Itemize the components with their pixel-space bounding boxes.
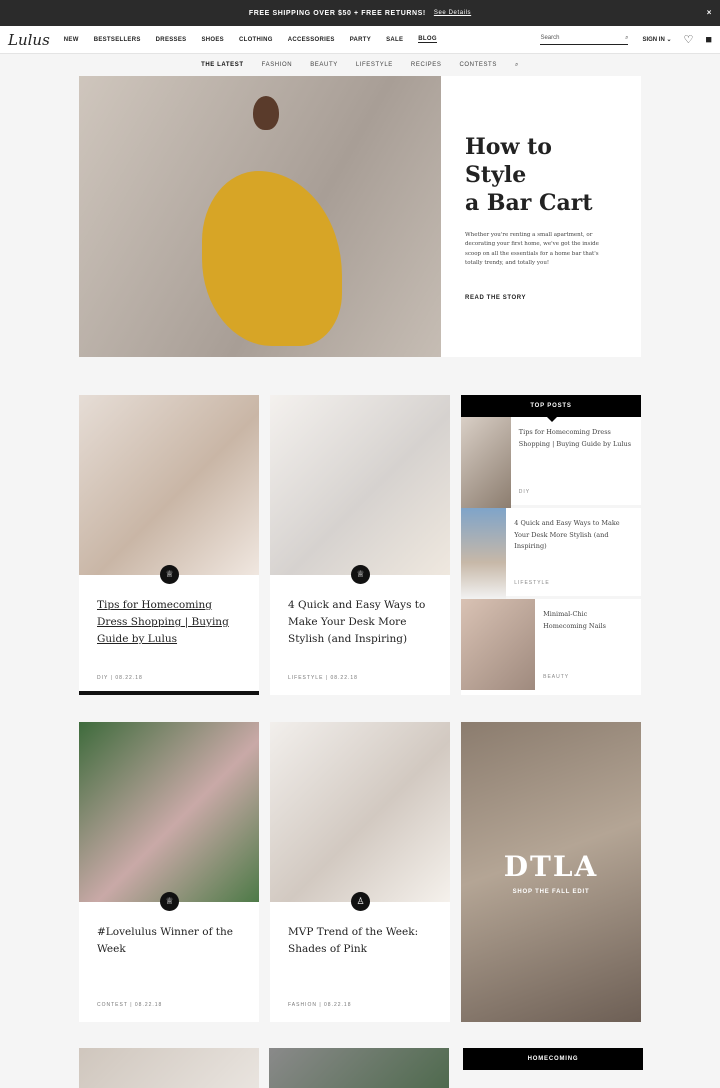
top-post-title: Minimal-Chic Homecoming Nails [543, 610, 606, 630]
promo-bar: FREE SHIPPING OVER $50 + FREE RETURNS! S… [0, 0, 720, 26]
post-title[interactable]: 4 Quick and Easy Ways to Make Your Desk … [270, 575, 450, 675]
post-card[interactable]: ♙ MVP Trend of the Week: Shades of Pink … [270, 722, 450, 1022]
promo-tile-subtitle: SHOP THE FALL EDIT [512, 888, 590, 895]
nav-clothing[interactable]: CLOTHING [239, 37, 273, 43]
subnav-fashion[interactable]: FASHION [262, 62, 293, 68]
nav-party[interactable]: PARTY [350, 37, 371, 43]
post-image: ♕ [270, 395, 450, 584]
category-icon: ♕ [351, 565, 370, 584]
post-card[interactable]: ♕ Tips for Homecoming Dress Shopping | B… [79, 395, 259, 695]
post-card[interactable]: ♕ 4 Quick and Easy Ways to Make Your Des… [270, 395, 450, 695]
hero-title: How to Style a Bar Cart [465, 133, 593, 216]
top-posts-panel: TOP POSTS Tips for Homecoming Dress Shop… [461, 395, 641, 695]
logo[interactable]: Lulus [8, 31, 50, 49]
hero-story[interactable]: How to Style a Bar Cart Whether you're re… [79, 76, 641, 357]
promo-details-link[interactable]: See Details [434, 10, 471, 16]
top-post-title: Tips for Homecoming Dress Shopping | Buy… [518, 428, 632, 448]
top-post-thumb [461, 417, 511, 508]
top-post-thumb [461, 599, 536, 690]
search-icon[interactable]: ⌕ [515, 62, 519, 69]
post-meta: CONTEST | 08.22.18 [97, 1002, 163, 1008]
top-post-category: LIFESTYLE [514, 580, 550, 586]
promo-text: FREE SHIPPING OVER $50 + FREE RETURNS! [248, 9, 426, 17]
category-icon: ♕ [160, 565, 179, 584]
post-meta: DIY | 08.22.18 [97, 675, 143, 681]
top-post-item[interactable]: Tips for Homecoming Dress Shopping | Buy… [461, 417, 641, 508]
blog-subnav: THE LATEST FASHION BEAUTY LIFESTYLE RECI… [0, 54, 720, 76]
promo-tile-title: DTLA [503, 849, 599, 883]
top-post-title: 4 Quick and Easy Ways to Make Your Desk … [514, 519, 620, 550]
subnav-beauty[interactable]: BEAUTY [310, 62, 338, 68]
post-card[interactable]: ♕ #Lovelulus Winner of the Week CONTEST … [79, 722, 259, 1022]
post-meta: FASHION | 08.22.18 [288, 1002, 352, 1008]
subnav-recipes[interactable]: RECIPES [411, 62, 442, 68]
hero-body: Whether you're renting a small apartment… [465, 231, 599, 267]
post-image[interactable] [269, 1048, 449, 1088]
dress-icon: ♙ [351, 892, 370, 911]
bag-icon[interactable]: ■ [705, 34, 712, 46]
search-input[interactable]: Search ⌕ [540, 34, 629, 45]
hero-copy: How to Style a Bar Cart Whether you're re… [441, 76, 641, 357]
top-post-item[interactable]: 4 Quick and Easy Ways to Make Your Desk … [461, 508, 641, 599]
subnav-contests[interactable]: CONTESTS [459, 62, 496, 68]
search-icon: ⌕ [625, 34, 629, 41]
nav-accessories[interactable]: ACCESSORIES [288, 37, 335, 43]
subnav-lifestyle[interactable]: LIFESTYLE [356, 62, 393, 68]
close-icon[interactable]: × [707, 8, 712, 17]
post-title[interactable]: Tips for Homecoming Dress Shopping | Buy… [79, 575, 259, 675]
nav-blog[interactable]: BLOG [418, 36, 437, 43]
post-image[interactable] [79, 1048, 259, 1088]
heart-icon[interactable]: ♡ [683, 33, 693, 46]
nav-dresses[interactable]: DRESSES [156, 37, 187, 43]
post-image: ♕ [79, 722, 259, 911]
nav-sale[interactable]: SALE [386, 37, 403, 43]
main-nav: Lulus NEW BESTSELLERS DRESSES SHOES CLOT… [0, 26, 720, 54]
post-image: ♕ [79, 395, 259, 584]
top-post-category: DIY [518, 489, 531, 495]
subnav-the-latest[interactable]: THE LATEST [201, 62, 244, 68]
top-posts-heading: TOP POSTS [461, 395, 641, 422]
post-image: ♙ [270, 722, 450, 911]
homecoming-heading: HOMECOMING [463, 1048, 643, 1070]
category-icon: ♕ [160, 892, 179, 911]
nav-bestsellers[interactable]: BESTSELLERS [94, 37, 141, 43]
promo-tile[interactable]: DTLA SHOP THE FALL EDIT [461, 722, 641, 1022]
nav-shoes[interactable]: SHOES [201, 37, 224, 43]
hero-image [79, 76, 442, 357]
top-post-thumb [461, 508, 507, 599]
sign-in-button[interactable]: SIGN IN ⌄ [642, 36, 671, 43]
top-post-category: BEAUTY [543, 674, 570, 680]
read-story-button[interactable]: READ THE STORY [465, 295, 617, 301]
top-post-item[interactable]: Minimal-Chic Homecoming Nails BEAUTY [461, 599, 641, 690]
post-title[interactable]: #Lovelulus Winner of the Week [79, 902, 259, 1002]
search-placeholder: Search [540, 34, 560, 41]
post-meta: LIFESTYLE | 08.22.18 [288, 675, 358, 681]
nav-new[interactable]: NEW [64, 37, 79, 43]
post-title[interactable]: MVP Trend of the Week: Shades of Pink [270, 902, 450, 1002]
